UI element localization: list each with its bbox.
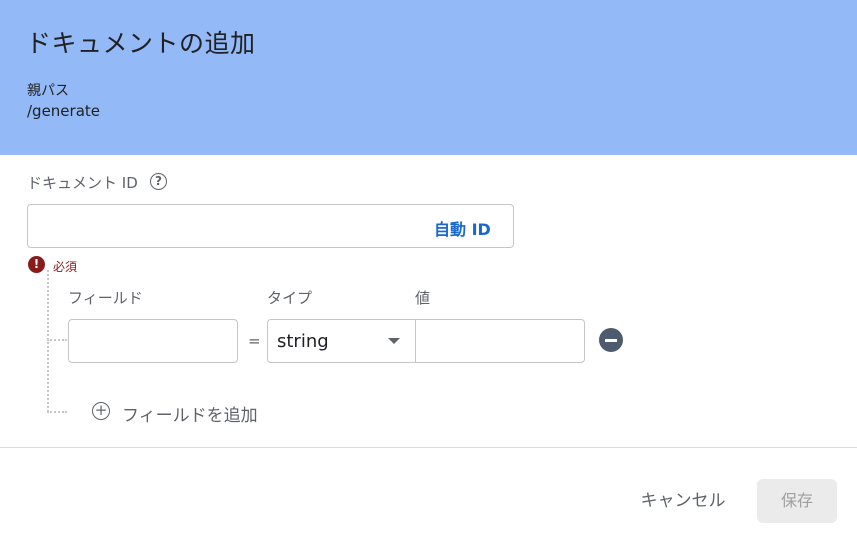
chevron-down-icon[interactable] <box>388 338 400 344</box>
add-field-button[interactable]: フィールドを追加 <box>122 401 258 426</box>
error-icon: ! <box>28 256 45 273</box>
save-button[interactable]: 保存 <box>757 479 837 523</box>
field-column-label: フィールド <box>68 289 143 307</box>
cancel-button[interactable]: キャンセル <box>628 480 738 522</box>
footer-divider <box>0 447 857 448</box>
type-column-label: タイプ <box>267 289 313 307</box>
dialog-header: ドキュメントの追加 親パス /generate <box>0 0 857 155</box>
parent-path-label: 親パス <box>27 83 69 99</box>
type-select-value: string <box>277 331 329 352</box>
dialog-title: ドキュメントの追加 <box>26 29 256 58</box>
required-error-text: 必須 <box>53 260 78 274</box>
add-circle-icon[interactable]: + <box>92 402 110 420</box>
document-id-label: ドキュメント ID <box>27 174 138 192</box>
field-name-input[interactable] <box>68 319 238 363</box>
equals-sign: = <box>248 332 261 350</box>
tree-connector-add <box>47 411 67 413</box>
tree-connector-vertical <box>47 270 49 412</box>
parent-path-value: /generate <box>27 102 101 120</box>
value-column-label: 値 <box>415 289 431 307</box>
help-icon[interactable]: ? <box>150 173 167 190</box>
field-value-input[interactable] <box>415 319 585 363</box>
tree-connector-row <box>47 339 67 341</box>
auto-id-button[interactable]: 自動 ID <box>434 216 491 240</box>
remove-field-icon[interactable] <box>599 328 623 352</box>
